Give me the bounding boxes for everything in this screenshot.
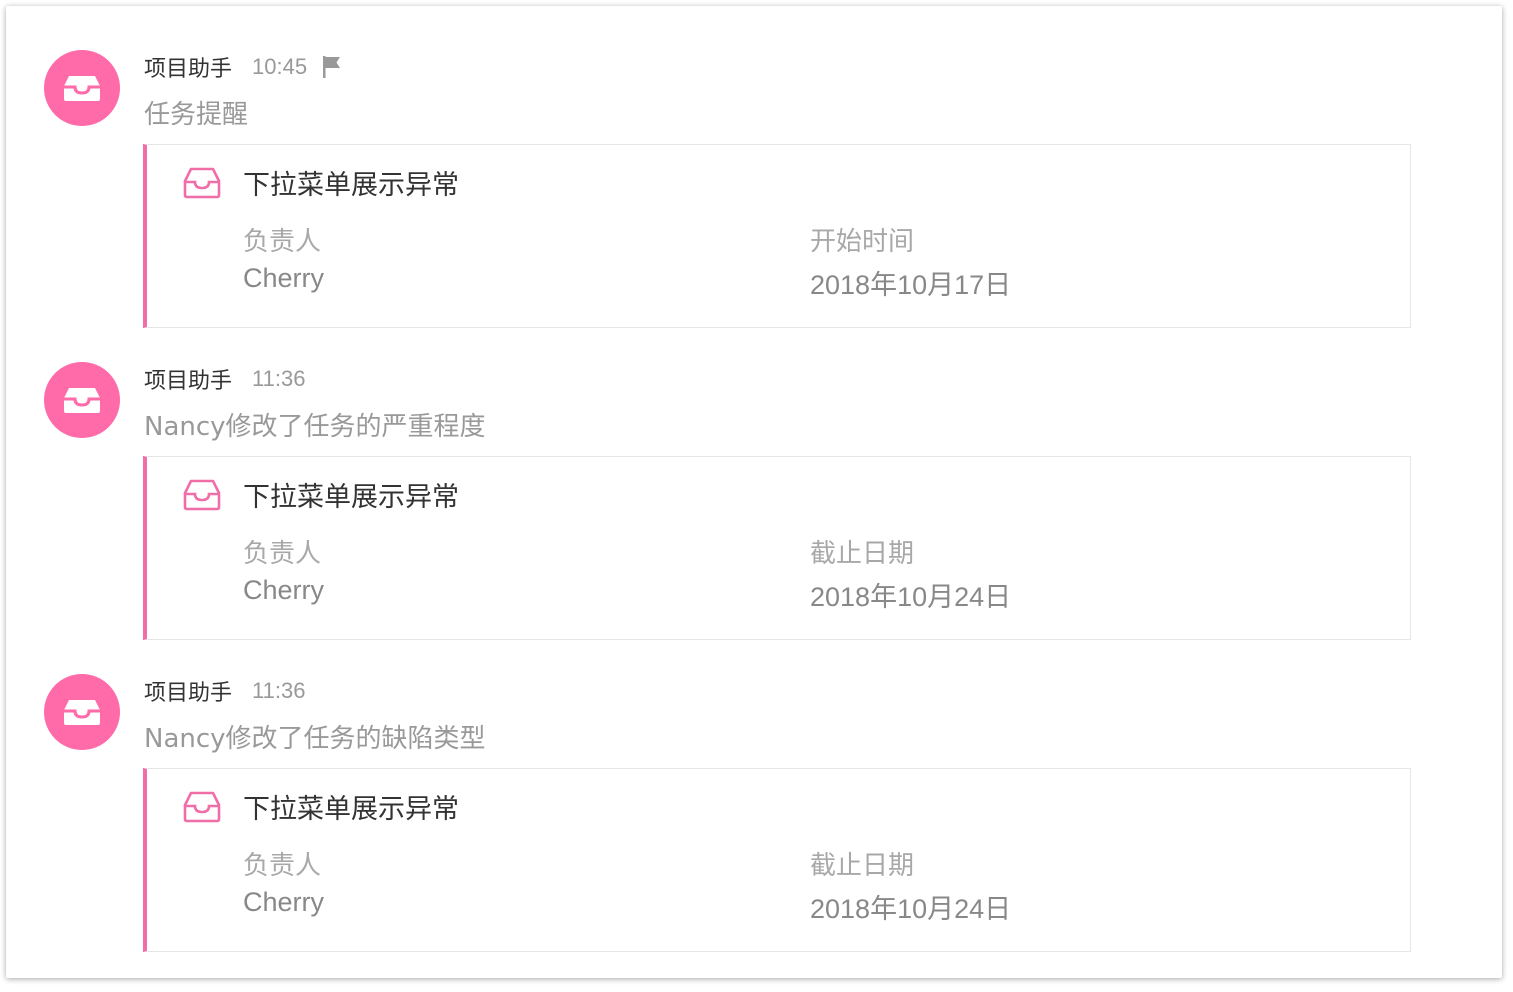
assignee-value: Cherry (243, 575, 325, 605)
sender-name: 项目助手 (144, 681, 233, 706)
due-date-label: 截止日期 (810, 851, 915, 881)
due-date-value: 2018年10月24日 (810, 582, 1012, 612)
task-card[interactable]: 下拉菜单展示异常 负责人 Cherry 截止日期 2018年10月24日 (143, 456, 1411, 640)
message-time: 11:36 (252, 366, 306, 391)
task-card[interactable]: 下拉菜单展示异常 负责人 Cherry 开始时间 2018年10月17日 (143, 144, 1411, 328)
task-title[interactable]: 下拉菜单展示异常 (243, 475, 459, 514)
message-feed: 项目助手 10:45 任务提醒 下拉菜单展示异常 负责人 Cherry 开始时间… (6, 6, 1502, 978)
task-title[interactable]: 下拉菜单展示异常 (243, 787, 459, 826)
due-date-value: 2018年10月24日 (810, 894, 1012, 924)
assignee-value: Cherry (243, 887, 325, 917)
task-card[interactable]: 下拉菜单展示异常 负责人 Cherry 截止日期 2018年10月24日 (143, 768, 1411, 952)
assignee-label: 负责人 (243, 539, 322, 569)
inbox-icon (64, 76, 100, 101)
inbox-icon (64, 700, 100, 725)
message-summary: Nancy修改了任务的缺陷类型 (144, 724, 486, 754)
sender-name: 项目助手 (144, 369, 233, 394)
avatar[interactable] (44, 674, 120, 750)
inbox-icon (64, 388, 100, 413)
message-item: 项目助手 10:45 任务提醒 下拉菜单展示异常 负责人 Cherry 开始时间… (6, 6, 1502, 328)
inbox-icon (183, 479, 221, 511)
task-title[interactable]: 下拉菜单展示异常 (243, 163, 459, 202)
message-time: 11:36 (252, 678, 306, 703)
message-header: 项目助手 10:45 (144, 52, 343, 82)
assignee-label: 负责人 (243, 227, 322, 257)
assignee-label: 负责人 (243, 851, 322, 881)
message-header: 项目助手 11:36 (144, 676, 305, 706)
start-time-label: 开始时间 (810, 227, 915, 257)
message-summary: 任务提醒 (144, 100, 249, 130)
message-summary: Nancy修改了任务的严重程度 (144, 412, 486, 442)
start-time-value: 2018年10月17日 (810, 270, 1012, 300)
flag-icon[interactable] (321, 55, 343, 79)
message-time: 10:45 (252, 54, 308, 79)
inbox-icon (183, 791, 221, 823)
avatar[interactable] (44, 50, 120, 126)
due-date-label: 截止日期 (810, 539, 915, 569)
message-item: 项目助手 11:36 Nancy修改了任务的缺陷类型 下拉菜单展示异常 负责人 … (6, 630, 1502, 952)
sender-name: 项目助手 (144, 57, 233, 82)
message-item: 项目助手 11:36 Nancy修改了任务的严重程度 下拉菜单展示异常 负责人 … (6, 318, 1502, 640)
message-header: 项目助手 11:36 (144, 364, 305, 394)
inbox-icon (183, 167, 221, 199)
avatar[interactable] (44, 362, 120, 438)
assignee-value: Cherry (243, 263, 325, 293)
